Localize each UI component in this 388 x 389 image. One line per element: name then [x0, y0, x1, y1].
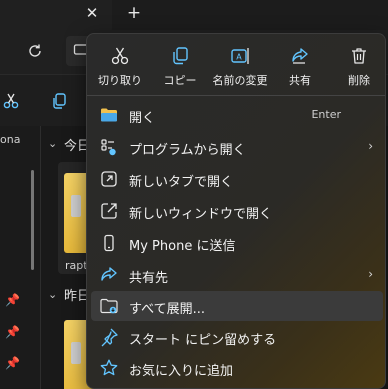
menu-item-open-new-tab[interactable]: 新しいタブで開く [91, 164, 383, 194]
cut-icon [111, 47, 129, 65]
sidebar-item-label[interactable]: ona [0, 133, 20, 146]
phone-icon [104, 234, 114, 252]
new-tab-icon [101, 171, 117, 187]
star-icon [100, 359, 118, 376]
cut-label: 切り取り [98, 74, 142, 87]
rename-label: 名前の変更 [212, 74, 268, 87]
menu-separator [87, 95, 385, 96]
menu-item-share-to[interactable]: 共有先 › [91, 260, 383, 290]
chevron-right-icon: › [368, 139, 373, 153]
menu-item-label: 新しいタブで開く [129, 175, 234, 190]
menu-item-label: 開く [129, 111, 156, 126]
pane-divider[interactable] [40, 126, 41, 389]
sidebar-scrollbar[interactable] [31, 170, 34, 270]
pin-icon[interactable]: 📌 [5, 325, 20, 339]
cut-icon[interactable] [2, 92, 20, 110]
copy-icon[interactable] [50, 92, 68, 110]
copy-button[interactable]: コピー [152, 42, 208, 94]
menu-item-label: My Phone に送信 [129, 239, 236, 254]
extract-all-icon [100, 298, 118, 314]
menu-item-label: すべて展開... [129, 302, 205, 317]
share-button[interactable]: 共有 [272, 42, 328, 94]
menu-item-add-to-favorites[interactable]: お気に入りに追加 [91, 353, 383, 383]
copy-label: コピー [163, 74, 197, 87]
folder-open-icon [101, 108, 117, 122]
menu-item-label: プログラムから開く [129, 143, 246, 158]
chevron-down-icon[interactable]: ⌄ [48, 137, 57, 150]
rename-button[interactable]: A 名前の変更 [212, 42, 268, 94]
chevron-right-icon: › [368, 267, 373, 281]
share-label: 共有 [289, 74, 311, 87]
cut-button[interactable]: 切り取り [92, 42, 148, 94]
new-window-icon [101, 203, 117, 219]
menu-item-extract-all[interactable]: すべて展開... [91, 291, 383, 321]
menu-item-open-new-window[interactable]: 新しいウィンドウで開く [91, 196, 383, 226]
share-to-icon [101, 267, 117, 281]
delete-icon [352, 48, 366, 64]
file-name: rapt [65, 259, 88, 272]
menu-item-pin-to-start[interactable]: スタート にピン留めする [91, 322, 383, 352]
menu-item-label: スタート にピン留めする [129, 333, 277, 348]
menu-item-label: お気に入りに追加 [129, 364, 234, 379]
rename-icon: A [231, 48, 249, 64]
menu-item-label: 共有先 [129, 271, 169, 286]
pin-icon[interactable]: 📌 [5, 293, 20, 307]
shortcut-hint: Enter [311, 108, 341, 121]
share-icon [292, 48, 308, 64]
chevron-down-icon[interactable]: ⌄ [48, 288, 57, 301]
menu-item-open-with[interactable]: プログラムから開く › [91, 132, 383, 162]
navigation-pane [0, 126, 40, 389]
refresh-icon[interactable] [27, 43, 43, 59]
pin-icon [101, 328, 118, 347]
delete-label: 削除 [348, 74, 370, 87]
close-tab-icon[interactable]: ✕ [83, 4, 101, 22]
copy-icon [173, 47, 188, 65]
context-menu: 切り取り コピー A 名前の変更 共有 削除 開く Enter プログラムから開… [86, 33, 386, 389]
new-tab-icon[interactable]: + [125, 3, 143, 23]
menu-item-label: 新しいウィンドウで開く [129, 207, 273, 222]
svg-text:A: A [236, 53, 242, 62]
delete-button[interactable]: 削除 [331, 42, 385, 94]
menu-item-send-to-phone[interactable]: My Phone に送信 [91, 228, 383, 258]
menu-item-open[interactable]: 開く Enter [91, 100, 383, 130]
open-with-icon [101, 139, 116, 156]
pin-icon[interactable]: 📌 [5, 356, 20, 370]
